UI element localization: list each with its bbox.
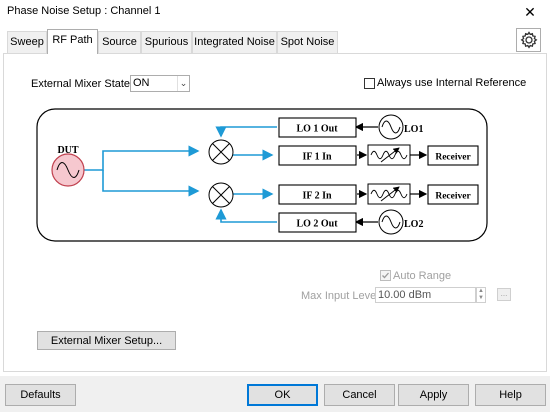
close-button[interactable]: ✕ (516, 2, 544, 22)
ok-button[interactable]: OK (247, 384, 318, 406)
rf-path-diagram: DUT LO 1 Out LO1 IF 1 In Receiver IF 2 I… (36, 108, 488, 242)
internal-reference-label: Always use Internal Reference (377, 77, 527, 89)
tab-spurious[interactable]: Spurious (141, 31, 192, 53)
tab-source[interactable]: Source (98, 31, 141, 53)
tab-spot-noise[interactable]: Spot Noise (277, 31, 338, 53)
max-input-level-field[interactable]: 10.00 dBm (375, 287, 476, 303)
lo2-label: LO2 (404, 219, 423, 230)
stepper-up-icon[interactable]: ▲ (477, 288, 485, 295)
max-input-level-stepper[interactable]: ▲ ▼ (476, 287, 486, 303)
if2-in-label: IF 2 In (302, 191, 332, 202)
external-mixer-state-select[interactable]: ON ⌄ (130, 75, 190, 92)
max-input-level-label: Max Input Level (301, 290, 379, 302)
auto-range-checkbox[interactable] (380, 270, 391, 281)
external-mixer-state-value: ON (133, 77, 150, 89)
filter2-icon (367, 183, 411, 205)
checkmark-icon (382, 272, 389, 279)
lo2-out-label: LO 2 Out (296, 219, 338, 230)
settings-button[interactable] (516, 28, 541, 52)
mixer2-icon (208, 182, 234, 208)
auto-range-label: Auto Range (393, 270, 452, 282)
stepper-down-icon[interactable]: ▼ (477, 295, 485, 302)
tab-rf-path[interactable]: RF Path (47, 29, 98, 54)
lo1-label: LO1 (404, 124, 423, 135)
tab-sweep[interactable]: Sweep (7, 31, 47, 53)
receiver1-label: Receiver (435, 153, 471, 163)
max-input-more-button[interactable]: ... (497, 288, 511, 301)
cancel-button[interactable]: Cancel (324, 384, 395, 406)
if1-in-label: IF 1 In (302, 152, 332, 163)
window-title: Phase Noise Setup : Channel 1 (7, 5, 161, 17)
defaults-button[interactable]: Defaults (5, 384, 76, 406)
gear-icon (520, 31, 537, 49)
title-bar: Phase Noise Setup : Channel 1 ✕ (0, 0, 550, 24)
external-mixer-state-label: External Mixer State (31, 78, 131, 90)
receiver2-label: Receiver (435, 192, 471, 202)
dut-label: DUT (57, 145, 78, 156)
chevron-down-icon: ⌄ (177, 76, 189, 91)
lo1-out-label: LO 1 Out (296, 124, 338, 135)
internal-reference-checkbox[interactable] (364, 78, 375, 89)
mixer1-icon (208, 139, 234, 165)
apply-button[interactable]: Apply (398, 384, 469, 406)
help-button[interactable]: Help (475, 384, 546, 406)
filter1-icon (367, 144, 411, 166)
tab-integrated-noise[interactable]: Integrated Noise (192, 31, 277, 53)
external-mixer-setup-button[interactable]: External Mixer Setup... (37, 331, 176, 350)
